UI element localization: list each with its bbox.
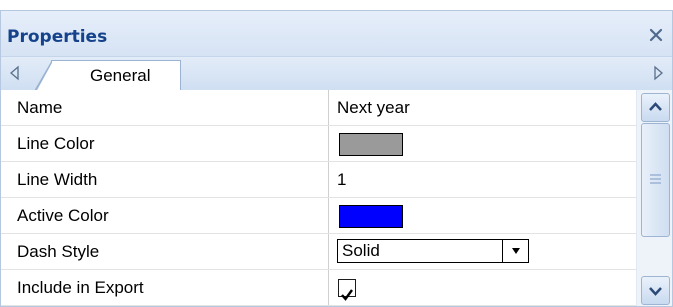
scroll-down-button[interactable] (641, 276, 670, 305)
panel-titlebar: Properties (1, 11, 672, 56)
tab-general-label: General (90, 66, 151, 85)
active-color-swatch[interactable] (339, 205, 403, 228)
include-in-export-value (330, 270, 636, 305)
chevron-down-icon (649, 287, 662, 296)
property-row-name: Name Next year (1, 90, 637, 126)
properties-panel: Properties General Name Next year Line C… (0, 10, 673, 307)
dash-style-selected: Solid (342, 241, 380, 260)
triangle-left-icon[interactable] (7, 65, 23, 81)
top-strip (0, 0, 673, 10)
property-name-label: Include in Export (1, 270, 329, 305)
grip-icon (650, 174, 661, 184)
property-row-include-in-export: Include in Export (1, 270, 637, 306)
property-name-label: Active Color (1, 198, 329, 233)
triangle-right-icon[interactable] (650, 65, 666, 81)
property-name-label: Line Width (1, 162, 329, 197)
property-row-line-width: Line Width 1 (1, 162, 637, 198)
chevron-up-icon (649, 102, 662, 111)
dash-style-value: Solid (330, 234, 636, 269)
vertical-scrollbar[interactable] (636, 90, 672, 306)
close-icon[interactable] (646, 25, 666, 45)
property-row-dash-style: Dash Style Solid (1, 234, 637, 270)
tab-strip: General (1, 56, 672, 92)
checkmark-icon (341, 289, 353, 301)
chevron-down-icon[interactable] (502, 240, 528, 262)
property-row-line-color: Line Color (1, 126, 637, 162)
line-color-swatch[interactable] (339, 133, 403, 156)
tab-general[interactable]: General (34, 60, 181, 92)
property-grid: Name Next year Line Color Line Width 1 A… (1, 90, 672, 306)
include-in-export-checkbox[interactable] (338, 279, 356, 301)
name-value-field[interactable]: Next year (330, 90, 636, 125)
property-name-label: Name (1, 90, 329, 125)
line-width-value-field[interactable]: 1 (330, 162, 636, 197)
dash-style-dropdown[interactable]: Solid (337, 239, 529, 263)
scroll-up-button[interactable] (641, 93, 670, 122)
scrollbar-thumb[interactable] (641, 123, 670, 237)
panel-title: Properties (7, 27, 108, 47)
property-name-label: Line Color (1, 126, 329, 161)
active-color-value[interactable] (330, 198, 636, 233)
line-color-value[interactable] (330, 126, 636, 161)
property-row-active-color: Active Color (1, 198, 637, 234)
property-name-label: Dash Style (1, 234, 329, 269)
